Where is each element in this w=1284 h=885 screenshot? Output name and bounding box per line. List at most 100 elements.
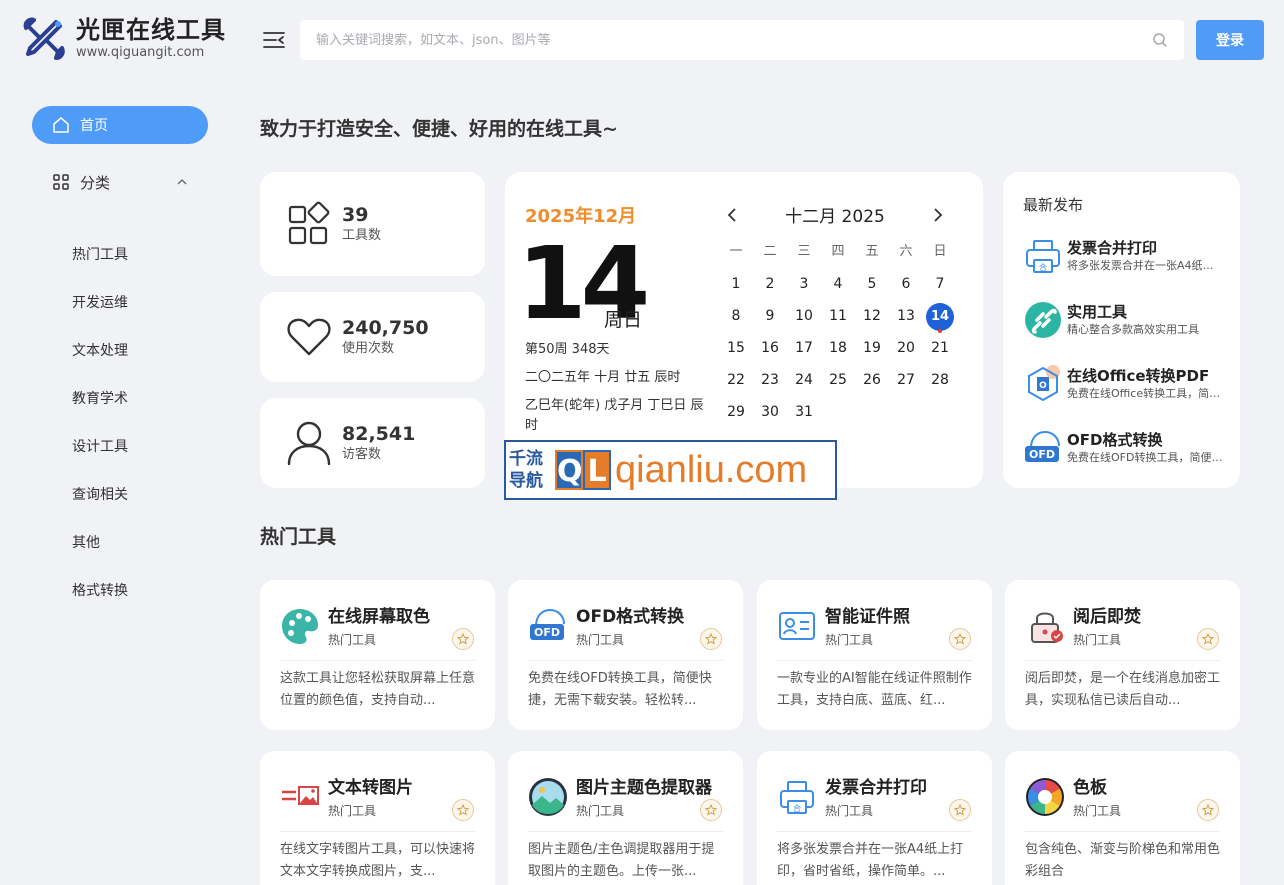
star-icon	[954, 633, 966, 645]
calendar-day[interactable]: 8	[719, 302, 753, 330]
calendar-day-today[interactable]: 14	[923, 302, 957, 333]
sidebar-item-devops[interactable]: 开发运维	[72, 292, 128, 312]
calendar-day[interactable]: 31	[787, 398, 821, 426]
qianliu-watermark[interactable]: 千流 导航 Q L qianliu.com	[504, 440, 837, 500]
favorite-button[interactable]	[452, 628, 474, 650]
tool-title: 文本转图片	[328, 778, 413, 798]
latest-card: 最新发布 合 发票合并打印 将多张发票合并在一张A4纸上打印 实用工具 精心整合…	[1003, 172, 1240, 488]
latest-item[interactable]: 合 发票合并打印 将多张发票合并在一张A4纸上打印	[1023, 234, 1223, 278]
sidebar-item-text[interactable]: 文本处理	[72, 340, 128, 360]
calendar-day-label: 14	[926, 303, 954, 331]
tool-card[interactable]: 合 发票合并打印 热门工具 将多张发票合并在一张A4纸上打印，省时省纸，操作简单…	[757, 751, 992, 885]
tool-desc: 包含纯色、渐变与阶梯色和常用色彩组合	[1025, 842, 1221, 879]
link-icon	[1025, 302, 1061, 338]
search-icon[interactable]	[1152, 32, 1168, 48]
calendar-dow: 一	[729, 244, 743, 259]
sidebar-item-home[interactable]: 首页	[32, 106, 208, 144]
sidebar-item-education[interactable]: 教育学术	[72, 388, 128, 408]
calendar-day[interactable]: 18	[821, 334, 855, 362]
calendar-day[interactable]: 20	[889, 334, 923, 362]
calendar-day[interactable]: 25	[821, 366, 855, 394]
tool-category: 热门工具	[1073, 633, 1122, 647]
calendar-day[interactable]: 19	[855, 334, 889, 362]
svg-text:合: 合	[1039, 262, 1047, 272]
image-icon	[529, 778, 567, 816]
calendar-day[interactable]: 10	[787, 302, 821, 330]
calendar-day[interactable]: 26	[855, 366, 889, 394]
site-logo[interactable]: 光匣在线工具 www.qiguangit.com	[20, 14, 226, 62]
sidebar-item-other[interactable]: 其他	[72, 532, 100, 552]
calendar-day[interactable]: 23	[753, 366, 787, 394]
tool-card[interactable]: 在线屏幕取色 热门工具 这款工具让您轻松获取屏幕上任意位置的颜色值，支持自动..…	[260, 580, 495, 730]
svg-text:OFD: OFD	[534, 626, 560, 639]
calendar-empty-cell	[923, 398, 957, 426]
tool-divider	[1025, 831, 1220, 832]
calendar-day[interactable]: 9	[753, 302, 787, 330]
calendar-weekday: 周日	[604, 309, 643, 331]
calendar-day[interactable]: 2	[753, 270, 787, 298]
tool-title: 发票合并打印	[825, 778, 927, 798]
calendar-day[interactable]: 13	[889, 302, 923, 330]
tool-card[interactable]: 智能证件照 热门工具 一款专业的AI智能在线证件照制作工具，支持白底、蓝底、红.…	[757, 580, 992, 730]
favorite-button[interactable]	[1197, 628, 1219, 650]
sidebar-item-design[interactable]: 设计工具	[72, 436, 128, 456]
tool-card[interactable]: 阅后即焚 热门工具 阅后即焚，是一个在线消息加密工具，实现私信已读后自动...	[1005, 580, 1240, 730]
calendar-day[interactable]: 22	[719, 366, 753, 394]
latest-item-title: OFD格式转换	[1067, 431, 1163, 449]
calendar-day[interactable]: 15	[719, 334, 753, 362]
calendar-day[interactable]: 21	[923, 334, 957, 362]
favorite-button[interactable]	[949, 799, 971, 821]
heart-icon	[287, 318, 331, 356]
latest-item[interactable]: OFD OFD格式转换 免费在线OFD转换工具，简便快捷	[1023, 426, 1223, 470]
calendar-day[interactable]: 17	[787, 334, 821, 362]
calendar-day[interactable]: 29	[719, 398, 753, 426]
tool-card[interactable]: 色板 热门工具 包含纯色、渐变与阶梯色和常用色彩组合	[1005, 751, 1240, 885]
sidebar-category-toggle[interactable]: 分类	[52, 170, 192, 194]
tool-title: 智能证件照	[825, 607, 910, 627]
calendar-day[interactable]: 27	[889, 366, 923, 394]
calendar-day[interactable]: 3	[787, 270, 821, 298]
favorite-button[interactable]	[1197, 799, 1219, 821]
calendar-dow: 六	[899, 244, 913, 259]
tool-card[interactable]: 图片主题色提取器 热门工具 图片主题色/主色调提取器用于提取图片的主题色。上传一…	[508, 751, 743, 885]
latest-item[interactable]: O 在线Office转换PDF 免费在线Office转换工具，简便快捷	[1023, 362, 1223, 406]
menu-fold-icon[interactable]	[262, 30, 286, 50]
tool-category: 热门工具	[328, 804, 377, 818]
latest-item[interactable]: 实用工具 精心整合多款高效实用工具	[1023, 298, 1223, 342]
calendar-day[interactable]: 12	[855, 302, 889, 330]
login-button[interactable]: 登录	[1196, 20, 1264, 60]
site-name: 光匣在线工具	[76, 16, 226, 44]
tool-title: 在线屏幕取色	[328, 607, 430, 627]
calendar-day[interactable]: 7	[923, 270, 957, 298]
search-bar[interactable]	[300, 20, 1184, 60]
sidebar-item-query[interactable]: 查询相关	[72, 484, 128, 504]
tool-card[interactable]: 文本转图片 热门工具 在线文字转图片工具，可以快速将文本文字转换成图片，支...	[260, 751, 495, 885]
calendar-day[interactable]: 28	[923, 366, 957, 394]
tool-desc: 阅后即焚，是一个在线消息加密工具，实现私信已读后自动...	[1025, 671, 1221, 708]
tool-card[interactable]: OFD OFD格式转换 热门工具 免费在线OFD转换工具，简便快捷，无需下载安装…	[508, 580, 743, 730]
chevron-left-icon[interactable]	[725, 207, 741, 223]
calendar-day[interactable]: 24	[787, 366, 821, 394]
stat-label: 使用次数	[342, 341, 395, 356]
calendar-day[interactable]: 16	[753, 334, 787, 362]
calendar-header-title: 十二月 2025	[785, 207, 885, 227]
calendar-day[interactable]: 1	[719, 270, 753, 298]
calendar-day[interactable]: 5	[855, 270, 889, 298]
sidebar-item-format[interactable]: 格式转换	[72, 580, 128, 600]
favorite-button[interactable]	[700, 628, 722, 650]
calendar-header: 十二月 2025	[725, 202, 945, 227]
favorite-button[interactable]	[949, 628, 971, 650]
calendar-day[interactable]: 4	[821, 270, 855, 298]
calendar-week-row: 8 9 10 11 12 13 14	[719, 300, 957, 333]
tools-logo-icon	[23, 17, 65, 60]
calendar-dow: 五	[865, 244, 879, 259]
favorite-button[interactable]	[700, 799, 722, 821]
sidebar-item-hot-tools[interactable]: 热门工具	[72, 244, 128, 264]
favorite-button[interactable]	[452, 799, 474, 821]
id-card-icon	[779, 612, 815, 640]
search-input[interactable]	[316, 32, 1152, 48]
calendar-day[interactable]: 6	[889, 270, 923, 298]
calendar-day[interactable]: 30	[753, 398, 787, 426]
chevron-right-icon[interactable]	[929, 207, 945, 223]
calendar-day[interactable]: 11	[821, 302, 855, 330]
